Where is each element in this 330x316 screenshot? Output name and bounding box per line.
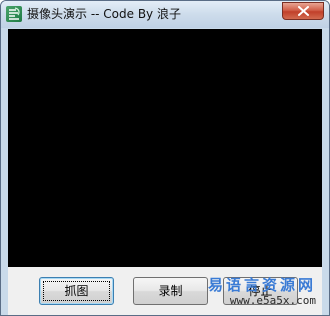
record-button-label: 录制 — [158, 284, 183, 298]
app-window: 摄像头演示 -- Code By 浪子 抓图 录制 停止 易语言资源网 www.… — [0, 0, 330, 316]
close-button[interactable] — [282, 2, 324, 20]
stop-button-label: 停止 — [248, 284, 273, 298]
capture-button-label: 抓图 — [64, 284, 89, 298]
capture-button[interactable]: 抓图 — [39, 277, 114, 305]
window-title: 摄像头演示 -- Code By 浪子 — [27, 7, 181, 21]
app-logo-icon — [6, 6, 22, 22]
stop-button[interactable]: 停止 — [223, 277, 298, 305]
record-button[interactable]: 录制 — [133, 277, 208, 305]
title-bar[interactable]: 摄像头演示 -- Code By 浪子 — [1, 1, 329, 28]
camera-preview — [8, 29, 322, 267]
control-panel: 抓图 录制 停止 易语言资源网 www.e5a5x.com — [8, 267, 322, 315]
close-x-icon — [298, 6, 309, 16]
